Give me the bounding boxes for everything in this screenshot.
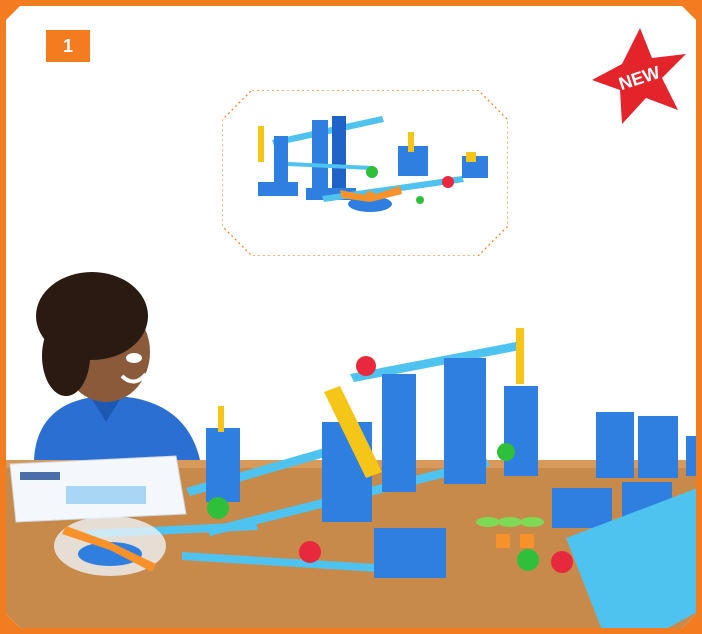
child-with-kit-illustration	[6, 272, 696, 628]
product-frame: 1 NEW	[0, 0, 702, 634]
kit-preview-icon	[222, 90, 508, 256]
child-figure	[34, 272, 200, 460]
step-number-badge: 1	[46, 30, 90, 62]
new-star-icon: NEW	[592, 28, 686, 124]
product-card: 1 NEW	[6, 6, 696, 628]
